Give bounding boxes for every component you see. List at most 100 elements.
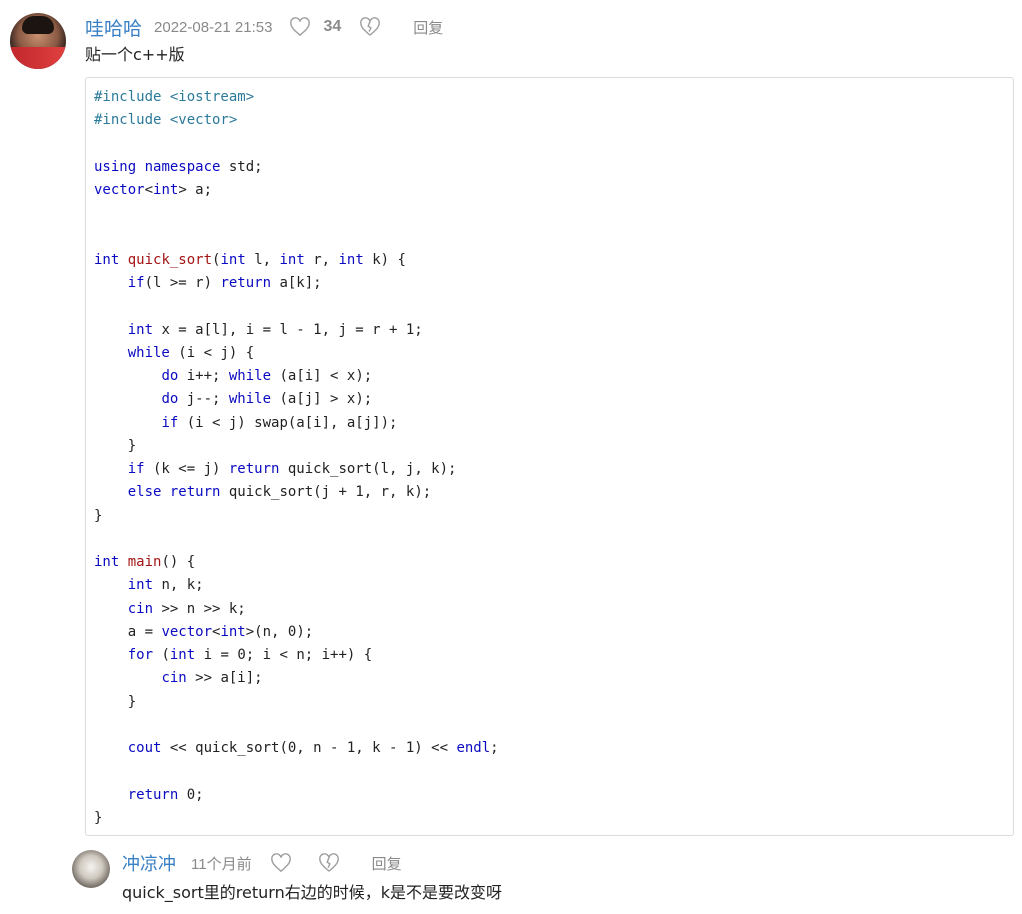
code-token: cin	[127, 600, 154, 617]
code-line: }	[94, 691, 499, 714]
code-line: }	[94, 435, 499, 458]
code-token: r,	[304, 251, 339, 268]
like-count: 34	[323, 18, 342, 35]
code-token: x = a[l], i = l - 1, j = r + 1;	[153, 321, 423, 338]
code-line: if(l >= r) return a[k];	[94, 272, 499, 295]
code-token: vector	[94, 182, 145, 198]
code-token: cin	[161, 670, 187, 687]
code-token: int	[169, 647, 196, 663]
code-token: }	[94, 507, 103, 524]
broken-heart-icon[interactable]	[318, 853, 340, 873]
code-token: > a;	[178, 182, 213, 198]
comment-meta: 哇哈哈 2022-08-21 21:53 34 回复	[85, 14, 443, 40]
code-token: (a[j] > x);	[271, 391, 373, 408]
code-token: while	[127, 344, 170, 361]
code-line: if (i < j) swap(a[i], a[j]);	[94, 412, 499, 435]
code-line: #include <vector>	[94, 109, 499, 132]
reply-meta: 冲凉冲 11个月前 回复	[122, 850, 402, 876]
code-line: if (k <= j) return quick_sort(l, j, k);	[94, 458, 499, 481]
code-token: int	[127, 577, 154, 594]
code-line: int x = a[l], i = l - 1, j = r + 1;	[94, 319, 499, 342]
code-token: quick_sort(l, j, k);	[279, 461, 457, 477]
code-token: (a[i] < x);	[271, 368, 373, 384]
code-token: (	[153, 647, 170, 663]
code-token: int	[220, 251, 246, 268]
code-token: }	[94, 437, 137, 454]
code-token: i++;	[178, 368, 229, 384]
code-token: using	[94, 158, 137, 175]
reply-text: quick_sort里的return右边的时候，k是不是要改变呀	[122, 883, 502, 902]
code-token: j--;	[178, 391, 229, 408]
code-line: cin >> n >> k;	[94, 598, 499, 621]
code-token: if	[161, 414, 179, 431]
reply-button[interactable]: 回复	[413, 17, 443, 38]
code-line: }	[94, 505, 499, 528]
code-line: }	[94, 807, 499, 830]
code-token: main	[127, 554, 162, 570]
heart-icon[interactable]	[270, 853, 292, 873]
code-token: >> a[i];	[186, 670, 263, 687]
code-token: l,	[245, 251, 280, 268]
comment-date: 2022-08-21 21:53	[154, 18, 273, 36]
code-token: << quick_sort(0, n - 1, k - 1) <<	[161, 740, 457, 756]
code-token: if	[127, 461, 145, 477]
code-line: cin >> a[i];	[94, 667, 499, 690]
code-token: int	[153, 182, 179, 198]
code-token: (i < j) {	[169, 344, 255, 361]
code-line: return 0;	[94, 784, 499, 807]
code-token: int	[127, 321, 154, 338]
code-token: else	[127, 484, 162, 501]
code-token: quick_sort	[127, 251, 213, 268]
heart-icon[interactable]	[289, 17, 311, 37]
code-line: do i++; while (a[i] < x);	[94, 365, 499, 388]
code-token: std;	[220, 158, 263, 175]
reply-username[interactable]: 冲凉冲	[122, 850, 176, 876]
code-token: int	[338, 251, 364, 268]
code-token: if	[127, 275, 145, 291]
code-token: a[k];	[271, 275, 322, 291]
code-token: do	[161, 391, 179, 408]
code-token: namespace	[144, 158, 221, 175]
code-token: a =	[94, 623, 162, 640]
code-token: while	[228, 391, 272, 408]
code-token: (i < j) swap(a[i], a[j]);	[178, 414, 398, 431]
code-token: #include <vector>	[94, 112, 238, 129]
avatar[interactable]	[10, 13, 66, 69]
reply-date: 11个月前	[191, 855, 252, 873]
reply-button[interactable]: 回复	[372, 853, 402, 874]
code-token: 0;	[178, 786, 204, 803]
code-token: int	[279, 251, 305, 268]
code-line: vector<int> a;	[94, 179, 499, 202]
reply-avatar[interactable]	[72, 850, 110, 888]
code-token: <	[144, 182, 154, 198]
username[interactable]: 哇哈哈	[85, 14, 142, 41]
broken-heart-icon[interactable]	[359, 17, 381, 37]
code-line: a = vector<int>(n, 0);	[94, 621, 499, 644]
code-token: k) {	[363, 251, 406, 268]
code-token: do	[161, 368, 179, 384]
code-content: #include <iostream> #include <vector> usin…	[94, 86, 499, 830]
code-line: do j--; while (a[j] > x);	[94, 388, 499, 411]
code-line: int main() {	[94, 551, 499, 574]
code-line: while (i < j) {	[94, 342, 499, 365]
code-token: int	[94, 251, 120, 268]
